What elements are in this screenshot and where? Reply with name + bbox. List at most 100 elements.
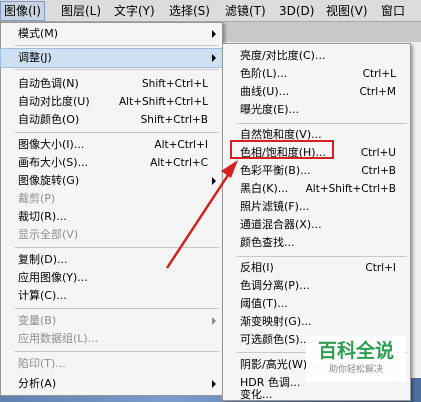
menu-item-shortcut: Alt+Ctrl+C [150, 157, 208, 169]
menu-item-label: 亮度/对比度(C)... [240, 49, 326, 62]
separator [15, 308, 219, 309]
menu-layer[interactable]: 图层(L) [58, 2, 104, 20]
separator [15, 69, 219, 70]
menu-item-label: 自动对比度(U) [18, 95, 90, 108]
menu-item-photo-filter[interactable]: 照片滤镜(F)... [223, 198, 410, 216]
submenu-arrow-icon [212, 177, 216, 185]
menu-item-threshold[interactable]: 阈值(T)... [223, 295, 410, 313]
menu-item-label: 自动色调(N) [18, 77, 79, 90]
menu-item-label: 色阶(L)... [240, 67, 288, 80]
menu-item-label: 反相(I) [240, 261, 274, 274]
menu-item-label: 变量(B) [18, 314, 57, 327]
image-menu-bottom: 分析(A) [0, 374, 223, 396]
menu-item-calculations[interactable]: 计算(C)... [1, 287, 222, 305]
menu-item-label: 阈值(T)... [240, 297, 288, 310]
menu-item-reveal-all: 显示全部(V) [1, 226, 222, 244]
menu-item-label: 颜色查找... [240, 236, 295, 249]
menu-3d[interactable]: 3D(D) [276, 2, 317, 20]
menu-item-color-lookup[interactable]: 颜色查找... [223, 234, 410, 252]
menu-item-auto-color[interactable]: 自动颜色(O) Shift+Ctrl+B [1, 111, 222, 129]
menu-item-label: 计算(C)... [18, 289, 67, 302]
menu-item-analysis[interactable]: 分析(A) [1, 375, 222, 393]
menu-item-label: 图像旋转(G) [18, 174, 80, 187]
menu-item-label: 模式(M) [18, 27, 59, 40]
menu-item-label: 调整(J) [18, 51, 52, 64]
menu-item-label: 应用图像(Y)... [18, 271, 88, 284]
menu-item-image-size[interactable]: 图像大小(I)... Alt+Ctrl+I [1, 136, 222, 154]
menu-item-color-balance[interactable]: 色彩平衡(B)... Ctrl+B [223, 162, 410, 180]
menu-item-levels[interactable]: 色阶(L)... Ctrl+L [223, 65, 410, 83]
submenu-arrow-icon [212, 30, 216, 38]
menu-item-apply-data-set: 应用数据组(L)... [1, 330, 222, 348]
watermark-logo: 百科全说 助你轻松解决 [306, 336, 406, 382]
menu-item-label: 可选颜色(S)... [240, 333, 311, 346]
menu-item-mode[interactable]: 模式(M) [1, 25, 222, 43]
menu-item-crop: 裁剪(P) [1, 190, 222, 208]
hue-saturation-highlight-box [230, 140, 334, 159]
watermark-subtitle: 助你轻松解决 [328, 365, 383, 375]
menu-item-label: 画布大小(S)... [18, 156, 89, 169]
separator [15, 132, 219, 133]
menu-item-label: 陷印(T)... [18, 357, 66, 370]
menu-item-shortcut: Ctrl+U [360, 147, 396, 159]
menu-window[interactable]: 窗口 [378, 2, 408, 20]
watermark-title: 百科全说 [317, 340, 394, 362]
menu-item-label: 黑白(K)... [240, 182, 289, 195]
submenu-arrow-icon [212, 54, 216, 62]
separator [15, 45, 219, 46]
submenu-arrow-icon [212, 380, 216, 388]
menu-item-invert[interactable]: 反相(I) Ctrl+I [223, 259, 410, 277]
menu-item-shortcut: Alt+Shift+Ctrl+L [118, 96, 208, 108]
menu-item-label: 显示全部(V) [18, 228, 79, 241]
menu-item-channel-mixer[interactable]: 通道混合器(X)... [223, 216, 410, 234]
separator [15, 247, 219, 248]
menu-item-brightness-contrast[interactable]: 亮度/对比度(C)... [223, 47, 410, 65]
menu-item-variations[interactable]: 变化... [223, 389, 410, 401]
menu-item-shortcut: Ctrl+M [359, 86, 396, 98]
menu-item-shortcut: Shift+Ctrl+L [142, 78, 208, 90]
menu-item-adjust[interactable]: 调整(J) [0, 48, 223, 68]
menu-item-label: 渐变映射(G)... [240, 315, 312, 328]
menu-item-label: 曝光度(E)... [240, 103, 300, 116]
image-menu: 模式(M) 调整(J) 自动色调(N) Shift+Ctrl+L 自动对比度(U… [0, 22, 223, 379]
menu-item-image-rotation[interactable]: 图像旋转(G) [1, 172, 222, 190]
menu-item-auto-tone[interactable]: 自动色调(N) Shift+Ctrl+L [1, 75, 222, 93]
menu-item-black-white[interactable]: 黑白(K)... Alt+Shift+Ctrl+B [223, 180, 410, 198]
submenu-arrow-icon [212, 317, 216, 325]
menu-item-label: 曲线(U)... [240, 85, 290, 98]
separator [237, 256, 407, 257]
menu-item-label: 图像大小(I)... [18, 138, 85, 151]
menu-item-canvas-size[interactable]: 画布大小(S)... Alt+Ctrl+C [1, 154, 222, 172]
menu-item-shortcut: Alt+Ctrl+I [154, 139, 208, 151]
separator [237, 123, 407, 124]
menu-view[interactable]: 视图(V) [323, 2, 371, 20]
menu-item-gradient-map[interactable]: 渐变映射(G)... [223, 313, 410, 331]
menu-item-label: 色调分离(P)... [240, 279, 310, 292]
menu-image[interactable]: 图像(I) [0, 1, 45, 21]
menu-item-trap: 陷印(T)... [1, 355, 222, 373]
menu-filter[interactable]: 滤镜(T) [222, 2, 269, 20]
menu-item-variables: 变量(B) [1, 312, 222, 330]
menu-item-exposure[interactable]: 曝光度(E)... [223, 101, 410, 119]
menu-item-trim[interactable]: 裁切(R)... [1, 208, 222, 226]
menu-item-label: 裁剪(P) [18, 192, 56, 205]
menu-item-curves[interactable]: 曲线(U)... Ctrl+M [223, 83, 410, 101]
menu-item-shortcut: Shift+Ctrl+B [140, 114, 208, 126]
menu-item-shortcut: Alt+Shift+Ctrl+B [305, 183, 396, 195]
options-toolbar [222, 22, 421, 42]
menu-type[interactable]: 文字(Y) [111, 2, 158, 20]
menu-item-label: 通道混合器(X)... [240, 218, 322, 231]
menu-item-label: 分析(A) [18, 377, 57, 390]
menu-item-duplicate[interactable]: 复制(D)... [1, 251, 222, 269]
separator [15, 351, 219, 352]
menu-item-auto-contrast[interactable]: 自动对比度(U) Alt+Shift+Ctrl+L [1, 93, 222, 111]
menu-item-shortcut: Ctrl+B [361, 165, 396, 177]
menu-item-label: 应用数据组(L)... [18, 332, 99, 345]
menu-item-posterize[interactable]: 色调分离(P)... [223, 277, 410, 295]
menu-item-label: 色彩平衡(B)... [240, 164, 311, 177]
menu-select[interactable]: 选择(S) [166, 2, 213, 20]
menu-item-apply-image[interactable]: 应用图像(Y)... [1, 269, 222, 287]
menu-item-label: 复制(D)... [18, 253, 68, 266]
menu-item-label: 裁切(R)... [18, 210, 67, 223]
menu-item-shortcut: Ctrl+I [365, 262, 396, 274]
